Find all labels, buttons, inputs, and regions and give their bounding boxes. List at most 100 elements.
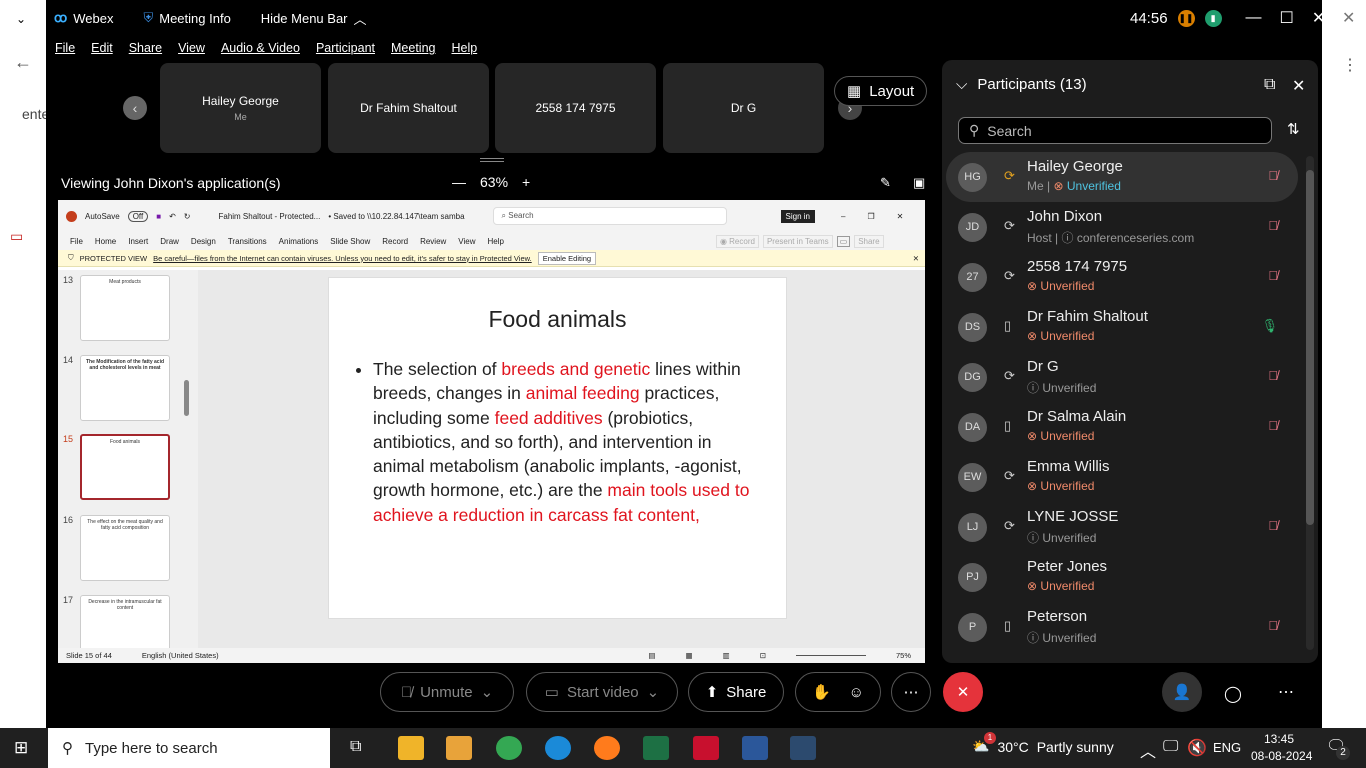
tab-record[interactable]: Record <box>382 237 408 246</box>
language-indicator[interactable]: ENG <box>1213 740 1241 755</box>
tab-design[interactable]: Design <box>191 237 216 246</box>
participant-row[interactable]: P ▯ Peterson ⓘ Unverified 🎙̸ <box>946 602 1298 652</box>
undo-icon[interactable]: ↶ <box>169 212 176 221</box>
participants-toggle-button[interactable]: 👤 <box>1162 672 1202 712</box>
participant-row[interactable]: HG ⟳ Hailey George Me | ⊗ Unverified 🎙̸ <box>946 152 1298 202</box>
menu-audio-video[interactable]: Audio & Video <box>221 41 300 55</box>
participant-row[interactable]: DG ⟳ Dr G ⓘ Unverified 🎙̸ <box>946 352 1298 402</box>
save-icon[interactable]: ■ <box>156 212 161 221</box>
webex-taskbar-icon[interactable] <box>790 736 816 760</box>
tab-help[interactable]: Help <box>488 237 504 246</box>
mic-muted-icon[interactable]: 🎙̸ <box>1268 518 1278 533</box>
minimize-button[interactable]: — <box>1246 9 1262 27</box>
end-call-button[interactable]: ✕ <box>943 672 983 712</box>
video-tile[interactable]: Dr G <box>663 63 824 153</box>
slide-thumbnail[interactable]: The effect on the meat quality and fatty… <box>80 515 170 581</box>
participant-row[interactable]: DA ▯ Dr Salma Alain ⊗ Unverified 🎙̸ <box>946 402 1298 452</box>
hide-menu-bar-button[interactable]: Hide Menu Bar ︿ <box>261 9 367 28</box>
network-icon[interactable]: 🖵 <box>1163 738 1178 756</box>
tab-file[interactable]: File <box>70 237 83 246</box>
slide-thumbnail[interactable]: Decrease in the intramuscular fat conten… <box>80 595 170 650</box>
volume-muted-icon[interactable]: 🔇 <box>1187 738 1207 758</box>
zoom-slider[interactable] <box>795 655 866 656</box>
tab-review[interactable]: Review <box>420 237 446 246</box>
task-view-icon[interactable]: ⧉ <box>350 738 361 756</box>
mic-muted-icon[interactable]: 🎙̸ <box>1268 268 1278 283</box>
tab-transitions[interactable]: Transitions <box>228 237 267 246</box>
file-explorer-icon[interactable] <box>446 736 472 760</box>
clock-date[interactable]: 08-08-2024 <box>1251 749 1312 763</box>
mic-muted-icon[interactable]: 🎙̸ <box>1268 218 1278 233</box>
mic-muted-icon[interactable]: 🎙̸ <box>1268 368 1278 383</box>
ppt-minimize[interactable]: – <box>841 212 845 221</box>
sign-in-button[interactable]: Sign in <box>780 209 816 223</box>
chrome-icon[interactable] <box>496 736 522 760</box>
comments-icon[interactable]: ▭ <box>836 235 851 247</box>
maximize-button[interactable]: ☐ <box>1280 8 1294 28</box>
raise-hand-icon[interactable]: ✋ <box>812 683 831 701</box>
mic-muted-icon[interactable]: 🎙̸ <box>1268 418 1278 433</box>
video-tile[interactable]: 2558 174 7975 <box>495 63 656 153</box>
ppt-restore[interactable]: ❐ <box>867 212 874 221</box>
participant-scrollbar[interactable] <box>1306 156 1314 650</box>
inbox-icon[interactable]: ▭ <box>10 228 23 245</box>
menu-help[interactable]: Help <box>451 41 477 55</box>
video-tile[interactable]: Hailey George Me <box>160 63 321 153</box>
tab-view[interactable]: View <box>458 237 475 246</box>
clock-time[interactable]: 13:45 <box>1264 732 1294 746</box>
edge-icon[interactable] <box>545 736 571 760</box>
start-video-button[interactable]: ▭ Start video ⌄ <box>526 672 678 712</box>
firefox-icon[interactable] <box>594 736 620 760</box>
sort-icon[interactable]: ⇅ <box>1287 120 1300 138</box>
slide-sorter-icon[interactable]: ▦ <box>686 651 693 660</box>
share-button[interactable]: ⬆ Share <box>688 672 784 712</box>
tab-insert[interactable]: Insert <box>128 237 148 246</box>
close-button[interactable]: ✕ <box>1312 8 1325 28</box>
layout-button[interactable]: ▦ Layout <box>834 76 928 106</box>
menu-share[interactable]: Share <box>129 41 162 55</box>
previous-tiles-button[interactable]: ‹ <box>123 96 147 120</box>
collapse-chevron-icon[interactable]: ⌵ <box>956 76 967 93</box>
tab-slide-show[interactable]: Slide Show <box>330 237 370 246</box>
popout-icon[interactable]: ⧉ <box>1264 76 1275 94</box>
menu-file[interactable]: File <box>55 41 75 55</box>
video-tile[interactable]: Dr Fahim Shaltout <box>328 63 489 153</box>
redo-icon[interactable]: ↻ <box>184 212 191 221</box>
network-signal-icon[interactable]: ▮ <box>1204 9 1222 27</box>
annotate-icon[interactable]: ✎ <box>880 175 891 191</box>
record-button[interactable]: ◉ Record <box>715 234 759 248</box>
thumbnail-scrollbar[interactable] <box>184 380 189 416</box>
menu-edit[interactable]: Edit <box>91 41 113 55</box>
reactions-icon[interactable]: ☺ <box>849 684 864 701</box>
dismiss-icon[interactable]: ✕ <box>913 254 919 263</box>
autosave-toggle[interactable]: Off <box>127 210 149 222</box>
taskbar-search-input[interactable]: ⚲ Type here to search <box>48 728 330 768</box>
windows-start-icon[interactable]: ⊞ <box>14 738 28 758</box>
mic-muted-icon[interactable]: 🎙̸ <box>1268 168 1278 183</box>
more-icon[interactable]: ⋮ <box>1342 55 1358 75</box>
ppt-search-input[interactable]: ⌕ Search <box>492 207 727 225</box>
menu-meeting[interactable]: Meeting <box>391 41 435 55</box>
more-panels-icon[interactable]: ⋯ <box>1278 682 1294 702</box>
show-hidden-icons[interactable]: ︿ <box>1140 738 1156 762</box>
word-icon[interactable] <box>742 736 768 760</box>
enable-editing-button[interactable]: Enable Editing <box>537 251 597 265</box>
participant-row[interactable]: 27 ⟳ 2558 174 7975 ⊗ Unverified 🎙̸ <box>946 252 1298 302</box>
pause-recording-icon[interactable]: ❚❚ <box>1177 9 1195 27</box>
scrollbar-thumb[interactable] <box>1306 170 1314 525</box>
slideshow-icon[interactable]: ⊡ <box>760 651 766 660</box>
participant-row[interactable]: JD ⟳ John Dixon Host | ⓘ conferenceseries.c… <box>946 202 1298 252</box>
reading-view-icon[interactable]: ▥ <box>723 651 730 660</box>
close-panel-icon[interactable]: ✕ <box>1292 76 1305 96</box>
file-explorer-alt-icon[interactable] <box>398 736 424 760</box>
ppt-close[interactable]: ✕ <box>897 212 904 221</box>
unmute-button[interactable]: 🎙̸ Unmute ⌄ <box>380 672 514 712</box>
zoom-out-button[interactable]: — <box>452 174 466 190</box>
mic-on-icon[interactable]: 🎙 <box>1261 318 1278 334</box>
ppt-share-button[interactable]: Share <box>854 234 884 248</box>
weather-widget[interactable]: ⛅ 1 30°C Partly sunny <box>972 732 1114 755</box>
resize-handle[interactable] <box>480 158 504 162</box>
participant-row[interactable]: EW ⟳ Emma Willis ⊗ Unverified <box>946 452 1298 502</box>
tab-draw[interactable]: Draw <box>160 237 179 246</box>
mic-muted-icon[interactable]: 🎙̸ <box>1268 618 1278 633</box>
